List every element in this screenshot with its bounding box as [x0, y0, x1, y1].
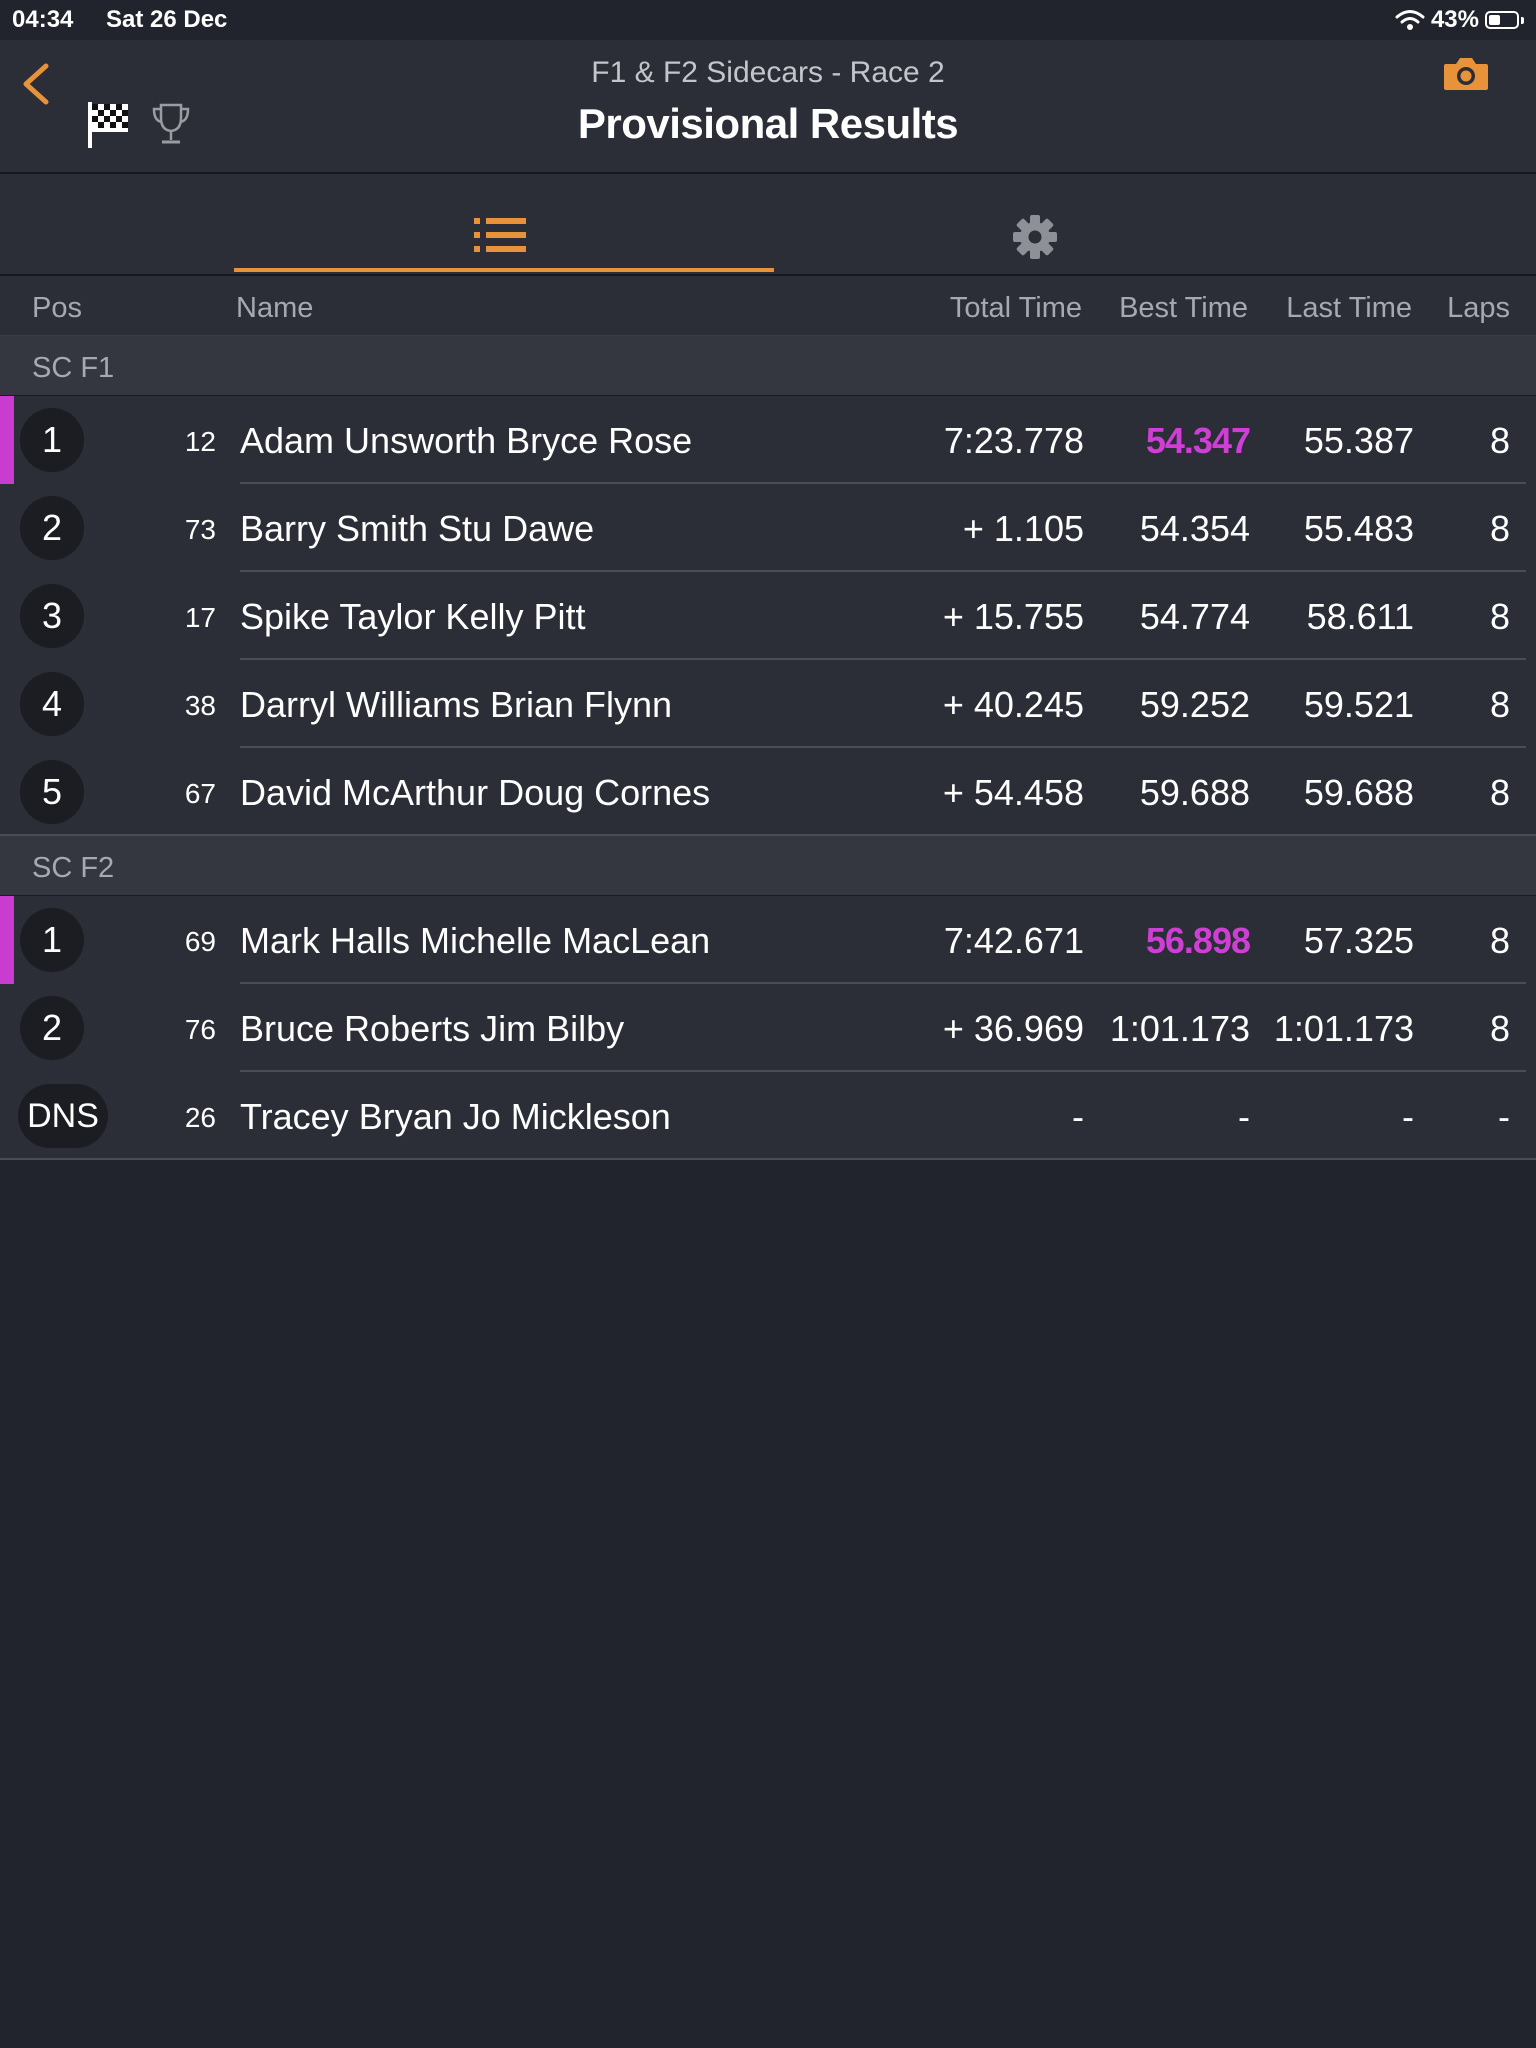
status-time: 04:34: [12, 6, 74, 33]
tab-settings[interactable]: [774, 174, 1314, 274]
laps: 8: [1489, 920, 1510, 961]
race-number: 69: [184, 926, 216, 957]
total-time: + 1.105: [962, 508, 1084, 549]
best-time: 59.252: [1139, 684, 1250, 725]
race-number: 12: [184, 426, 216, 457]
status-indicators: 43%: [1395, 6, 1524, 34]
row-divider: [0, 1158, 1536, 1160]
position-badge: 3: [20, 584, 84, 648]
fastest-lap-marker: [0, 396, 14, 484]
total-time: 7:23.778: [943, 420, 1084, 461]
laps: 8: [1489, 508, 1510, 549]
laps: 8: [1489, 596, 1510, 637]
camera-icon: [1444, 58, 1488, 90]
total-time: + 36.969: [942, 1008, 1084, 1049]
col-laps: Laps: [1447, 292, 1510, 324]
competitor-name: Darryl Williams Brian Flynn: [240, 684, 673, 725]
position-badge: 1: [20, 408, 84, 472]
laps: 8: [1489, 772, 1510, 813]
active-tab-indicator: [234, 268, 774, 272]
best-time: 54.347: [1145, 420, 1251, 461]
position-badge: DNS: [18, 1084, 108, 1148]
fastest-lap-marker: [0, 896, 14, 984]
battery-level: [1489, 15, 1500, 25]
col-best-time: Best Time: [1119, 292, 1248, 324]
position-badge: 5: [20, 760, 84, 824]
position-badge: 4: [20, 672, 84, 736]
results-column-header: Pos Name Total Time Best Time Last Time …: [0, 276, 1536, 336]
status-bar: 04:34 Sat 26 Dec 43%: [0, 0, 1536, 40]
gear-icon: [1013, 215, 1057, 259]
result-row[interactable]: 2 73 Barry Smith Stu Dawe + 1.105 54.354…: [0, 484, 1536, 572]
last-time: 59.688: [1303, 772, 1414, 813]
result-row[interactable]: 2 76 Bruce Roberts Jim Bilby + 36.969 1:…: [0, 984, 1536, 1072]
best-time: -: [1238, 1096, 1250, 1137]
class-header-sc-f1: SC F1: [0, 336, 1536, 396]
laps: 8: [1489, 420, 1510, 461]
wifi-icon: [1395, 10, 1425, 30]
camera-button[interactable]: [1442, 54, 1490, 99]
competitor-name: Mark Halls Michelle MacLean: [240, 920, 711, 961]
race-number: 17: [184, 602, 216, 633]
result-row[interactable]: 3 17 Spike Taylor Kelly Pitt + 15.755 54…: [0, 572, 1536, 660]
total-time: + 40.245: [942, 684, 1084, 725]
race-number: 73: [184, 514, 216, 545]
total-time: -: [1072, 1096, 1084, 1137]
list-icon: [474, 218, 526, 252]
laps: 8: [1489, 684, 1510, 725]
best-time: 54.774: [1139, 596, 1250, 637]
battery-percent: 43%: [1430, 6, 1479, 33]
race-subtitle: F1 & F2 Sidecars - Race 2: [591, 56, 945, 89]
race-number: 26: [184, 1102, 216, 1133]
competitor-name: David McArthur Doug Cornes: [240, 772, 711, 813]
col-last-time: Last Time: [1286, 292, 1412, 324]
result-row[interactable]: 4 38 Darryl Williams Brian Flynn + 40.24…: [0, 660, 1536, 748]
battery-icon: [1485, 11, 1519, 29]
last-time: 55.483: [1303, 508, 1414, 549]
best-time: 54.354: [1139, 508, 1250, 549]
competitor-name: Spike Taylor Kelly Pitt: [240, 596, 586, 637]
competitor-name: Barry Smith Stu Dawe: [240, 508, 595, 549]
competitor-name: Adam Unsworth Bryce Rose: [240, 420, 693, 461]
last-time: 55.387: [1303, 420, 1414, 461]
col-total-time: Total Time: [949, 292, 1082, 324]
competitor-name: Tracey Bryan Jo Mickleson: [240, 1096, 671, 1137]
position-badge: 1: [20, 908, 84, 972]
class-label: SC F1: [32, 352, 115, 384]
total-time: + 54.458: [942, 772, 1084, 813]
last-time: 58.611: [1306, 596, 1414, 637]
competitor-name: Bruce Roberts Jim Bilby: [240, 1008, 625, 1049]
best-time: 56.898: [1145, 920, 1251, 961]
tab-bar: [0, 174, 1536, 276]
total-time: 7:42.671: [943, 920, 1084, 961]
battery-cap: [1521, 16, 1524, 24]
result-row[interactable]: 5 67 David McArthur Doug Cornes + 54.458…: [0, 748, 1536, 836]
laps: 8: [1489, 1008, 1510, 1049]
total-time: + 15.755: [942, 596, 1084, 637]
last-time: -: [1402, 1096, 1414, 1137]
last-time: 59.521: [1303, 684, 1414, 725]
result-row[interactable]: 1 12 Adam Unsworth Bryce Rose 7:23.778 5…: [0, 396, 1536, 484]
laps: -: [1498, 1096, 1510, 1137]
best-time: 1:01.173: [1109, 1008, 1250, 1049]
result-row[interactable]: 1 69 Mark Halls Michelle MacLean 7:42.67…: [0, 896, 1536, 984]
col-pos: Pos: [32, 292, 82, 324]
nav-header: F1 & F2 Sidecars - Race 2 Provisional Re…: [0, 40, 1536, 174]
race-number: 38: [184, 690, 216, 721]
col-name: Name: [236, 292, 314, 324]
class-label: SC F2: [32, 852, 115, 884]
page-title: Provisional Results: [577, 100, 959, 147]
class-header-sc-f2: SC F2: [0, 836, 1536, 896]
position-badge: 2: [20, 996, 84, 1060]
status-date: Sat 26 Dec: [106, 6, 228, 33]
race-number: 67: [184, 778, 216, 809]
position-badge: 2: [20, 496, 84, 560]
last-time: 57.325: [1303, 920, 1414, 961]
best-time: 59.688: [1139, 772, 1250, 813]
last-time: 1:01.173: [1273, 1008, 1414, 1049]
tab-results-list[interactable]: [234, 174, 774, 274]
result-row[interactable]: DNS 26 Tracey Bryan Jo Mickleson - - - -: [0, 1072, 1536, 1160]
race-number: 76: [184, 1014, 216, 1045]
